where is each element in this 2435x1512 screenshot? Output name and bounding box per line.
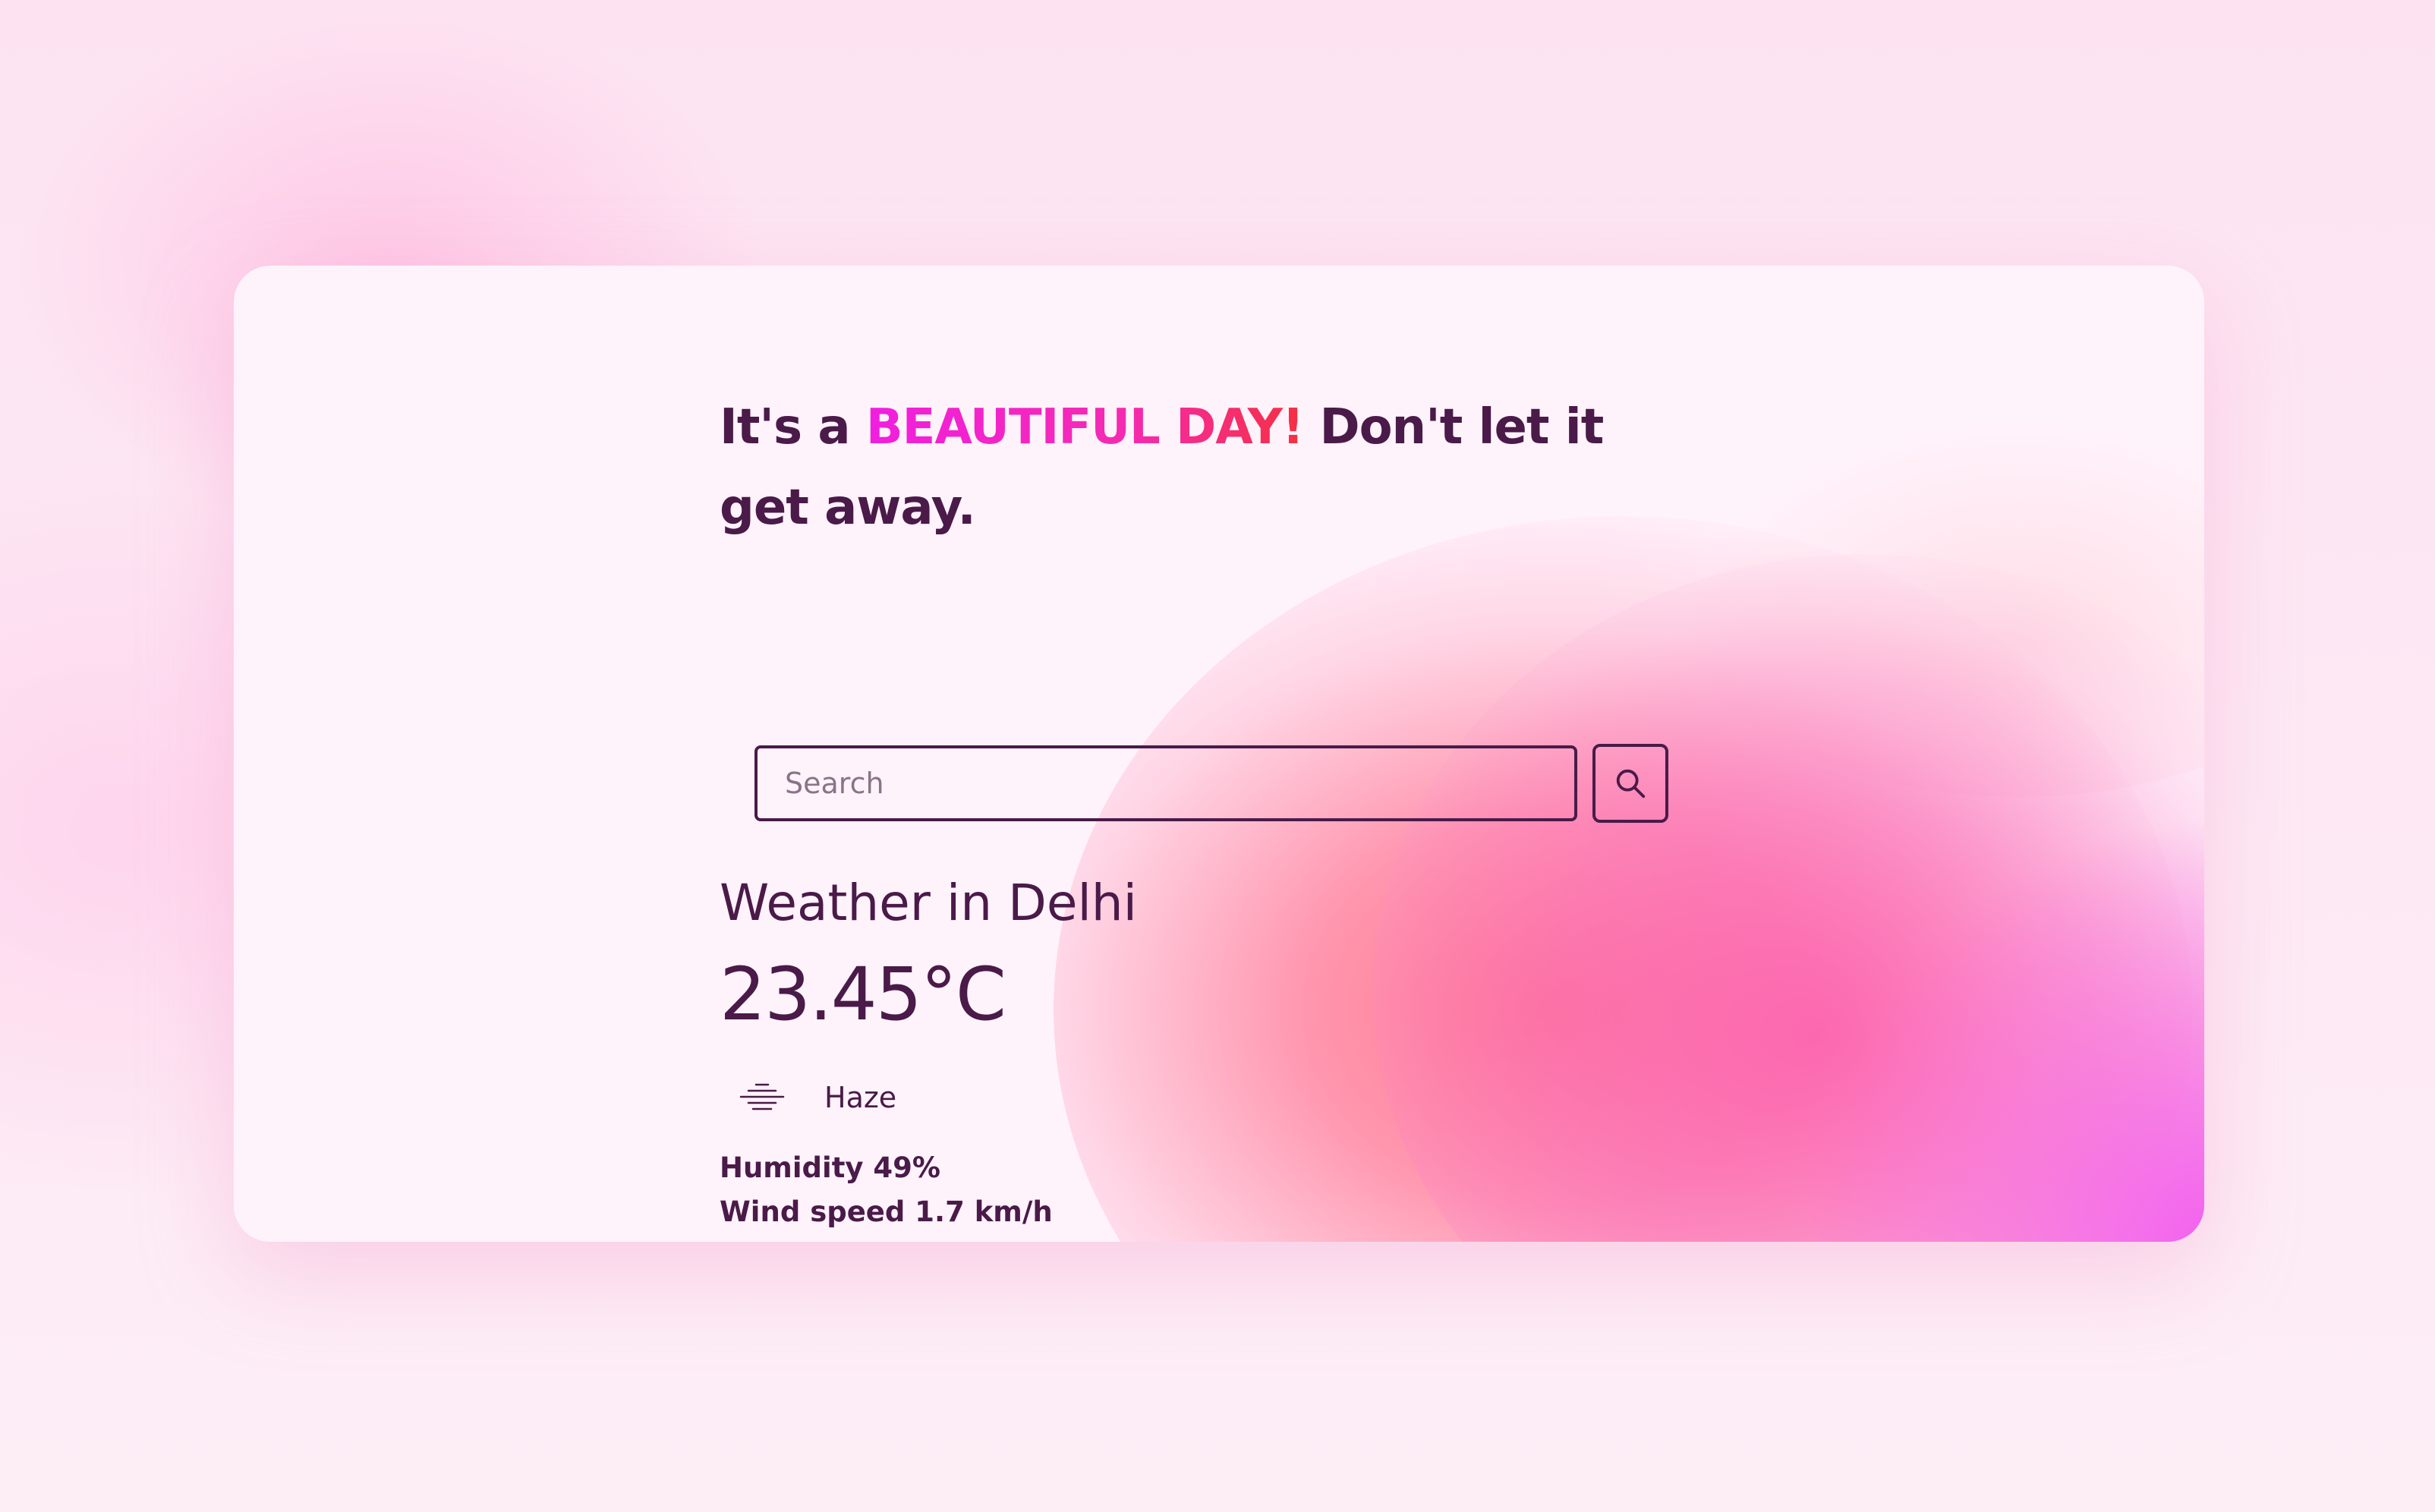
headline-highlight: BEAUTIFUL DAY! [865,399,1304,455]
weather-content: It's a BEAUTIFUL DAY! Don't let it get a… [720,387,1706,1228]
search-bar [754,744,1668,823]
humidity-text: Humidity 49% [720,1151,940,1184]
decorative-blob-peach [1676,417,2204,797]
haze-icon [735,1070,789,1125]
wind-speed-text: Wind speed 1.7 km/h [720,1195,1053,1228]
condition-label: Haze [824,1081,897,1114]
search-button[interactable] [1592,744,1668,823]
decorative-blob-salmon [1054,516,2192,1242]
search-icon [1613,766,1648,801]
weather-card: It's a BEAUTIFUL DAY! Don't let it get a… [234,266,2204,1242]
headline: It's a BEAUTIFUL DAY! Don't let it get a… [720,387,1706,548]
temperature: 23.45°C [720,952,1006,1037]
city-title: Weather in Delhi [720,874,1137,932]
headline-part1: It's a [720,399,866,455]
condition-row: Haze [735,1070,896,1125]
decorative-blob-pink [1372,554,2204,1242]
decorative-blob-magenta [1790,812,2204,1242]
search-input[interactable] [754,745,1577,821]
